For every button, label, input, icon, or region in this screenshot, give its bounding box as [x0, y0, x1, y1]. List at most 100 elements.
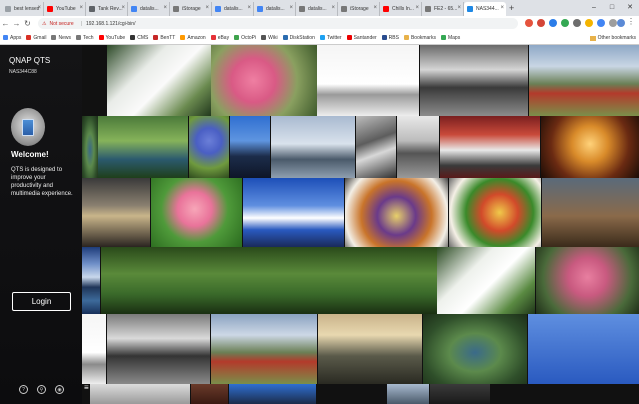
bookmark-item[interactable]: OctoPi [234, 35, 256, 41]
tab-close-icon[interactable]: × [457, 5, 461, 11]
photo-bottom-5 [387, 384, 429, 404]
language-icon[interactable]: ◉ [55, 385, 64, 394]
photo-bottom-4 [229, 384, 316, 404]
login-button[interactable]: Login [12, 292, 71, 311]
photo-white-cyclamen [107, 45, 211, 116]
bookmark-item[interactable]: YouTube [98, 35, 125, 41]
close-window-button[interactable]: ✕ [621, 0, 639, 14]
photo-food-plate [345, 178, 448, 247]
bookmark-favicon-icon [3, 35, 8, 40]
bookmark-favicon-icon [234, 35, 240, 40]
bookmark-favicon-icon [346, 35, 352, 40]
photo-bw-rocks [420, 45, 528, 116]
bookmark-item[interactable]: Twitter [319, 35, 342, 41]
bookmark-item[interactable]: DiskStation [282, 35, 315, 41]
browser-tab[interactable]: iStorage × [338, 2, 380, 16]
tab-close-icon[interactable]: × [373, 5, 377, 11]
security-label: Not secure [49, 20, 74, 27]
tab-close-icon[interactable]: × [247, 5, 251, 11]
window-controls: – □ ✕ [585, 0, 639, 14]
reload-icon[interactable]: ↻ [22, 19, 33, 28]
bookmark-item[interactable]: Maps [440, 35, 460, 41]
profile-avatar[interactable] [617, 19, 625, 27]
photo-street-sunset [318, 314, 422, 384]
extension-icon[interactable] [585, 19, 593, 27]
bookmark-item[interactable]: RBS [381, 34, 399, 41]
welcome-heading: Welcome! [11, 150, 49, 159]
other-bookmarks[interactable]: Other bookmarks [589, 35, 636, 41]
browser-tab[interactable]: FE2 - 65... × [422, 2, 464, 16]
tab-close-icon[interactable]: × [205, 5, 209, 11]
browser-tab[interactable]: NAS344... × [464, 2, 506, 16]
bookmark-item[interactable]: Apps [3, 35, 21, 41]
tab-close-icon[interactable]: × [121, 5, 125, 11]
extension-icon[interactable] [609, 19, 617, 27]
browser-chrome: best lenses × YouTube × Tank Rev... × datalis.… [0, 0, 639, 45]
extension-icon[interactable] [561, 19, 569, 27]
bookmark-favicon-icon [98, 35, 104, 40]
tab-favicon-icon [257, 6, 263, 12]
bookmark-item[interactable]: Gmail [26, 35, 46, 41]
photo-blue-sky-clouds [243, 178, 344, 247]
tab-close-icon[interactable]: × [415, 5, 419, 11]
bookmark-item[interactable]: eBay [210, 35, 229, 41]
menu-handle-icon[interactable]: ≡ [84, 383, 89, 392]
bookmark-label: News [58, 34, 71, 41]
extension-icon[interactable] [597, 19, 605, 27]
extension-icon[interactable] [525, 19, 533, 27]
tab-close-icon[interactable]: × [37, 5, 41, 11]
photo-pink-blossom [211, 45, 317, 116]
bookmark-item[interactable]: Amazon [180, 34, 206, 41]
browser-tab[interactable]: best lenses × [2, 2, 44, 16]
browser-tab[interactable]: Chills In... × [380, 2, 422, 16]
bookmark-item[interactable]: Bookmarks [403, 35, 436, 41]
bookmark-item[interactable]: News [51, 35, 71, 41]
tab-close-icon[interactable]: × [500, 5, 504, 11]
bookmark-favicon-icon [26, 35, 32, 40]
bookmark-favicon-icon [130, 35, 136, 40]
bookmark-item[interactable]: Santander [346, 35, 377, 41]
bookmark-label: Amazon [187, 34, 206, 41]
bookmark-favicon-icon [153, 35, 159, 40]
tab-close-icon[interactable]: × [289, 5, 293, 11]
extension-icon[interactable] [549, 19, 557, 27]
bookmark-item[interactable]: Wiki [261, 35, 278, 41]
browser-tab[interactable]: datalis... × [296, 2, 338, 16]
extensions-area [525, 19, 621, 27]
extension-icon[interactable] [537, 19, 545, 27]
bookmark-favicon-icon [403, 35, 409, 40]
tab-favicon-icon [299, 6, 305, 12]
tab-close-icon[interactable]: × [79, 5, 83, 11]
back-icon[interactable]: ← [0, 19, 11, 28]
browser-tab[interactable]: datalis... × [128, 2, 170, 16]
browser-tab[interactable]: Tank Rev... × [86, 2, 128, 16]
hostname-label: NAS344C88 [9, 69, 37, 75]
browser-tab[interactable]: YouTube × [44, 2, 86, 16]
bookmark-label: CMS [137, 34, 149, 41]
bookmark-item[interactable]: Tech [75, 35, 94, 41]
other-bookmarks-label: Other bookmarks [597, 35, 636, 41]
tab-close-icon[interactable]: × [331, 5, 335, 11]
browser-tab[interactable]: datalis... × [212, 2, 254, 16]
browser-tab[interactable]: iStorage × [170, 2, 212, 16]
address-bar[interactable]: ⚠ Not secure | 192.168.1.121/cgi-bin/ [38, 18, 518, 29]
menu-icon[interactable]: ⋮ [627, 17, 635, 26]
bookmark-label: RBS [388, 34, 399, 41]
browser-tab[interactable]: datalis... × [254, 2, 296, 16]
new-tab-button[interactable]: + [509, 2, 514, 16]
bookmark-item[interactable]: CMS [130, 35, 148, 41]
forward-icon[interactable]: → [11, 19, 22, 28]
tab-close-icon[interactable]: × [163, 5, 167, 11]
maximize-button[interactable]: □ [603, 0, 621, 14]
browser-toolbar: ← → ↻ ⚠ Not secure | 192.168.1.121/cgi-b… [0, 16, 639, 31]
photo-green-trees [101, 247, 437, 314]
photo-heart-lake-1 [82, 116, 98, 178]
help-icon[interactable]: ? [19, 385, 28, 394]
photo-panorama-coast [82, 247, 100, 314]
bookmark-item[interactable]: BenTT [153, 35, 175, 41]
minimize-button[interactable]: – [585, 0, 603, 14]
photo-bw-coast [356, 116, 396, 178]
tab-favicon-icon [467, 6, 473, 12]
search-icon[interactable]: ⚲ [37, 385, 46, 394]
extension-icon[interactable] [573, 19, 581, 27]
